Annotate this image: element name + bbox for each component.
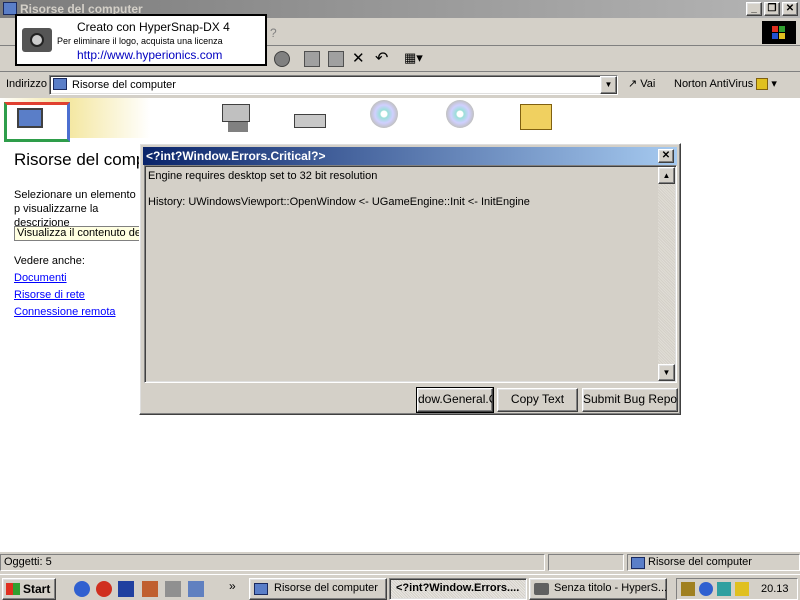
address-value: Risorse del computer	[72, 79, 176, 91]
view-contents-link[interactable]: Visualizza il contenuto del	[14, 226, 144, 241]
watermark-url: http://www.hyperionics.com	[77, 48, 223, 62]
pane-heading: Risorse del compu	[14, 150, 155, 169]
computer-icon	[254, 583, 268, 595]
recycle-icon[interactable]	[165, 581, 181, 597]
watermark-title: Creato con HyperSnap-DX 4	[77, 20, 230, 34]
my-computer-large-icon	[4, 102, 70, 142]
scroll-up-button[interactable]: ▲	[658, 167, 675, 184]
task-hypersnap[interactable]: Senza titolo - HyperS...	[529, 578, 667, 600]
outlook-icon[interactable]	[96, 581, 112, 597]
dialog-close-button[interactable]: ✕	[658, 149, 674, 163]
go-label: Vai	[640, 78, 656, 90]
dialog-scrollbar[interactable]: ▲ ▼	[658, 167, 675, 381]
status-spacer	[548, 554, 624, 571]
go-button[interactable]: ↗ Vai	[628, 77, 655, 90]
task-error-window[interactable]: <?int?Window.Errors....	[389, 578, 527, 600]
status-objects: Oggetti: 5	[0, 554, 545, 571]
link-network[interactable]: Risorse di rete	[14, 289, 85, 301]
help-menu[interactable]: ?	[270, 26, 277, 40]
ie-icon[interactable]	[74, 581, 90, 597]
dialog-titlebar[interactable]: <?int?Window.Errors.Critical?> ✕	[143, 147, 677, 165]
address-bar: Indirizzo Risorse del computer ▼ ↗ Vai N…	[0, 72, 800, 98]
cd-rom-icon[interactable]	[366, 100, 406, 136]
watermark-license: Per eliminare il logo, acquista una lice…	[57, 36, 223, 46]
status-location-label: Risorse del computer	[648, 556, 752, 568]
task-my-computer[interactable]: Risorse del computer	[249, 578, 387, 600]
task-label: Senza titolo - HyperS...	[554, 582, 667, 594]
desktop-icon[interactable]	[118, 581, 134, 597]
status-bar: Oggetti: 5 Risorse del computer	[0, 552, 800, 572]
close-button[interactable]: ✕	[782, 2, 798, 16]
scroll-down-button[interactable]: ▼	[658, 364, 675, 381]
dialog-message-area[interactable]: Engine requires desktop set to 32 bit re…	[144, 165, 677, 383]
submit-bug-report-button[interactable]: Submit Bug Report	[582, 388, 678, 412]
restore-button[interactable]: ❐	[764, 2, 780, 16]
hypersnap-watermark: Creato con HyperSnap-DX 4 Per eliminare …	[15, 14, 267, 66]
control-panel-folder-icon[interactable]	[518, 100, 558, 136]
windows-logo-icon	[762, 21, 796, 44]
undo-icon[interactable]: ↶	[375, 48, 388, 68]
copy-text-button[interactable]: Copy Text	[497, 388, 578, 412]
link-documents[interactable]: Documenti	[14, 272, 67, 284]
status-location: Risorse del computer	[627, 554, 800, 571]
computer-icon	[631, 557, 645, 569]
media-icon[interactable]	[142, 581, 158, 597]
floppy-drive-icon[interactable]	[218, 100, 258, 136]
task-label: Risorse del computer	[274, 582, 378, 594]
pane-description: Selezionare un elemento p visualizzarne …	[14, 189, 136, 229]
copy-to-icon[interactable]	[328, 51, 344, 67]
hard-disk-icon[interactable]	[292, 100, 332, 136]
error-dialog: <?int?Window.Errors.Critical?> ✕ Engine …	[139, 143, 681, 415]
tray-icon[interactable]	[717, 582, 731, 596]
camera-icon	[534, 583, 549, 595]
task-label: <?int?Window.Errors....	[396, 582, 520, 594]
dialog-history: History: UWindowsViewport::OpenWindow <-…	[148, 196, 530, 208]
see-also-heading: Vedere anche:	[14, 255, 85, 267]
views-icon[interactable]: ▦▾	[404, 50, 430, 66]
minimize-button[interactable]: _	[746, 2, 762, 16]
quicklaunch-app-icon[interactable]	[188, 581, 204, 597]
windows-logo-icon	[6, 583, 20, 595]
move-to-icon[interactable]	[304, 51, 320, 67]
norton-tray-icon[interactable]	[735, 582, 749, 596]
taskbar: Start » Risorse del computer <?int?Windo…	[0, 574, 800, 600]
system-tray: 20.13	[676, 578, 798, 600]
dialog-title: <?int?Window.Errors.Critical?>	[146, 149, 326, 163]
tray-icon[interactable]	[681, 582, 695, 596]
globe-icon[interactable]	[699, 582, 713, 596]
address-label: Indirizzo	[6, 78, 47, 90]
address-field[interactable]: Risorse del computer ▼	[49, 75, 618, 95]
link-remote-connection[interactable]: Connessione remota	[14, 306, 116, 318]
start-button[interactable]: Start	[2, 578, 56, 600]
clock: 20.13	[761, 583, 789, 595]
camera-icon	[22, 28, 52, 52]
computer-icon	[53, 78, 67, 90]
go-arrow-icon: ↗	[628, 78, 638, 90]
ok-button[interactable]: dow.General.O	[416, 387, 494, 413]
history-icon[interactable]	[274, 51, 290, 67]
start-label: Start	[23, 582, 51, 596]
dialog-message: Engine requires desktop set to 32 bit re…	[148, 170, 378, 182]
address-dropdown-button[interactable]: ▼	[600, 76, 617, 94]
norton-icon	[756, 78, 769, 91]
quicklaunch-chevron[interactable]: »	[229, 579, 236, 593]
norton-antivirus-button[interactable]: Norton AntiVirus ▾	[674, 77, 777, 91]
cd-rom-icon[interactable]	[442, 100, 482, 136]
delete-icon[interactable]: ✕	[352, 49, 365, 67]
norton-label: Norton AntiVirus	[674, 78, 754, 90]
